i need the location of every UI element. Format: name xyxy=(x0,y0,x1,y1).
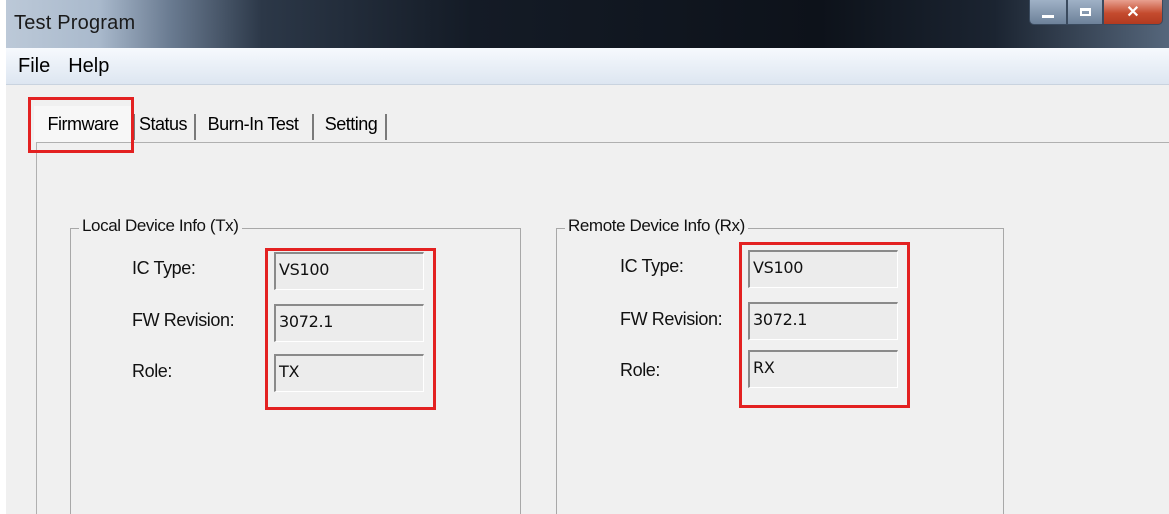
tab-burn-in-test[interactable]: Burn-In Test xyxy=(198,106,308,142)
tab-setting[interactable]: Setting xyxy=(316,106,386,142)
local-fw-revision-label: FW Revision: xyxy=(132,310,235,330)
close-button[interactable]: ✕ xyxy=(1103,0,1163,25)
menu-help[interactable]: Help xyxy=(62,55,119,78)
local-role-field: TX xyxy=(274,354,424,392)
remote-ic-type-field: VS100 xyxy=(748,250,898,288)
window-controls: ✕ xyxy=(1029,0,1163,26)
local-role-label: Role: xyxy=(132,361,173,381)
menu-bar: File Help xyxy=(6,48,1169,85)
tab-divider xyxy=(385,114,387,140)
menu-file[interactable]: File xyxy=(8,55,60,78)
remote-fw-revision-field: 3072.1 xyxy=(748,302,898,340)
remote-role-label: Role: xyxy=(620,360,661,380)
remote-fw-revision-label: FW Revision: xyxy=(620,309,723,329)
close-icon: ✕ xyxy=(1126,4,1140,21)
tab-firmware[interactable]: Firmware xyxy=(34,106,132,142)
tab-divider xyxy=(312,114,314,140)
app-window: Test Program ✕ File Help Firmware Status… xyxy=(6,0,1169,514)
local-fw-revision-field: 3072.1 xyxy=(274,304,424,342)
remote-device-group-title: Remote Device Info (Rx) xyxy=(565,216,748,236)
maximize-icon xyxy=(1079,8,1091,16)
maximize-button[interactable] xyxy=(1067,0,1103,25)
remote-role-field: RX xyxy=(748,350,898,388)
tab-divider xyxy=(133,114,135,140)
title-bar: Test Program ✕ xyxy=(6,0,1169,48)
local-ic-type-label: IC Type: xyxy=(132,258,196,278)
remote-ic-type-label: IC Type: xyxy=(620,256,684,276)
minimize-button[interactable] xyxy=(1029,0,1067,25)
minimize-icon xyxy=(1042,14,1054,18)
local-ic-type-field: VS100 xyxy=(274,252,424,290)
tab-divider xyxy=(194,114,196,140)
tab-status[interactable]: Status xyxy=(136,106,190,142)
local-device-group-title: Local Device Info (Tx) xyxy=(79,216,242,236)
window-title: Test Program xyxy=(14,12,136,34)
